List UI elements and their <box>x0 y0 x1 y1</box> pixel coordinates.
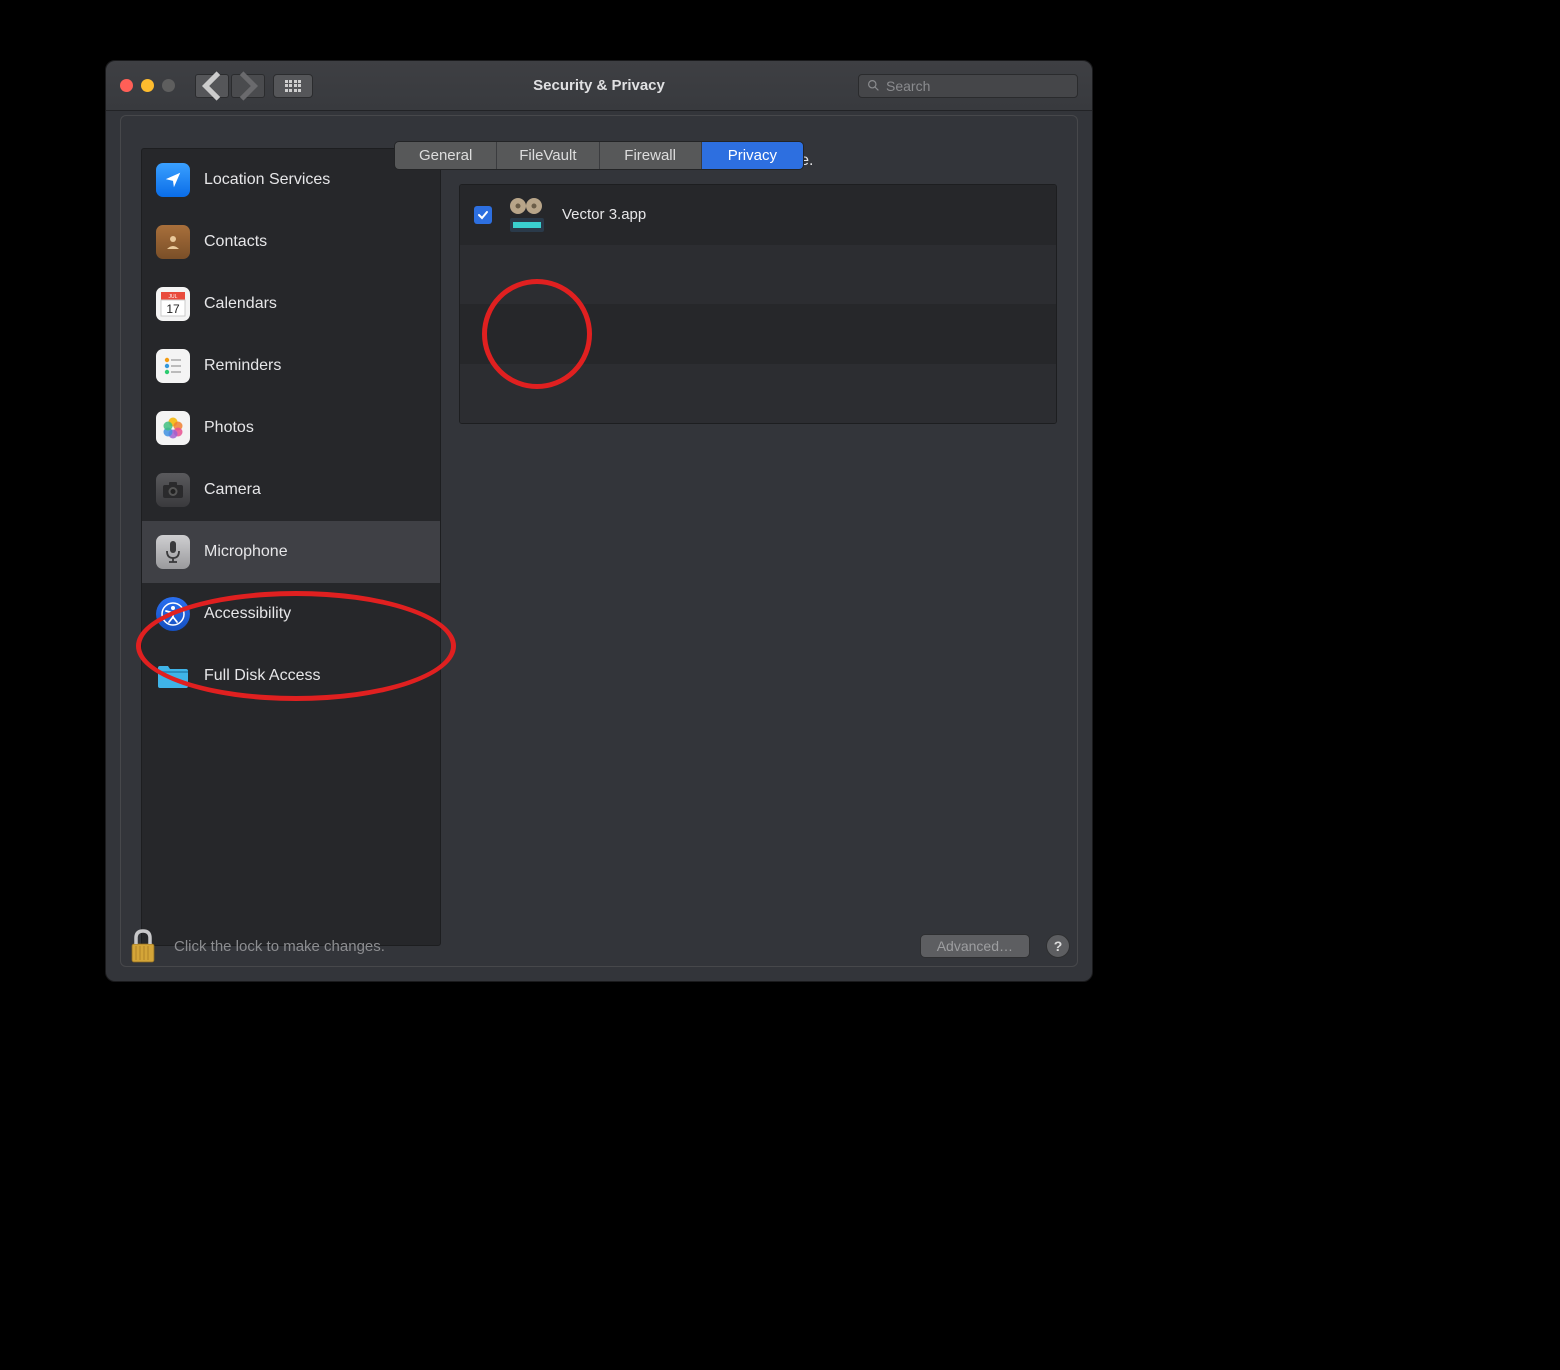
sidebar-item-label: Microphone <box>204 543 288 561</box>
traffic-lights <box>120 79 175 92</box>
app-list: Vector 3.app <box>459 184 1057 424</box>
location-icon <box>156 163 190 197</box>
search-placeholder: Search <box>886 78 930 94</box>
window-close-button[interactable] <box>120 79 133 92</box>
privacy-sidebar: Location Services Contacts JUL 17 Calenda… <box>141 148 441 946</box>
svg-text:17: 17 <box>166 302 180 316</box>
sidebar-item-label: Reminders <box>204 357 281 375</box>
search-field[interactable]: Search <box>858 74 1078 98</box>
sidebar-item-accessibility[interactable]: Accessibility <box>142 583 440 645</box>
sidebar-item-label: Contacts <box>204 233 267 251</box>
app-row-empty <box>460 304 1056 364</box>
sidebar-item-label: Full Disk Access <box>204 667 320 685</box>
reminders-icon <box>156 349 190 383</box>
show-all-button[interactable] <box>273 74 313 98</box>
photos-icon <box>156 411 190 445</box>
camera-icon <box>156 473 190 507</box>
lock-text: Click the lock to make changes. <box>174 938 904 955</box>
microphone-icon <box>156 535 190 569</box>
accessibility-icon <box>156 597 190 631</box>
app-row-empty <box>460 245 1056 305</box>
sidebar-item-photos[interactable]: Photos <box>142 397 440 459</box>
tab-privacy[interactable]: Privacy <box>702 142 803 169</box>
back-button[interactable] <box>195 74 229 98</box>
tab-firewall[interactable]: Firewall <box>600 142 702 169</box>
advanced-button[interactable]: Advanced… <box>920 934 1030 958</box>
sidebar-item-label: Accessibility <box>204 605 291 623</box>
sidebar-item-label: Photos <box>204 419 254 437</box>
content-pane: Location Services Contacts JUL 17 Calenda… <box>120 115 1078 967</box>
forward-button <box>231 74 265 98</box>
sidebar-item-contacts[interactable]: Contacts <box>142 211 440 273</box>
app-checkbox[interactable] <box>474 206 492 224</box>
app-row[interactable]: Vector 3.app <box>460 185 1056 245</box>
grid-icon <box>285 80 301 92</box>
detail-pane: Allow the apps below to access your micr… <box>459 148 1057 946</box>
app-icon <box>506 196 548 234</box>
window-title: Security & Privacy <box>533 77 665 94</box>
calendar-icon: JUL 17 <box>156 287 190 321</box>
app-name: Vector 3.app <box>562 206 646 223</box>
search-icon <box>867 79 880 92</box>
tab-bar: General FileVault Firewall Privacy <box>394 141 804 170</box>
sidebar-item-microphone[interactable]: Microphone <box>142 521 440 583</box>
nav-buttons <box>195 74 265 98</box>
tab-filevault[interactable]: FileVault <box>497 142 599 169</box>
window-zoom-button <box>162 79 175 92</box>
tab-general[interactable]: General <box>395 142 497 169</box>
lock-button[interactable] <box>128 928 158 964</box>
window-minimize-button[interactable] <box>141 79 154 92</box>
help-button[interactable]: ? <box>1046 934 1070 958</box>
contacts-icon <box>156 225 190 259</box>
svg-text:JUL: JUL <box>169 294 178 300</box>
sidebar-item-label: Camera <box>204 481 261 499</box>
footer: Click the lock to make changes. Advanced… <box>106 911 1092 981</box>
body: Location Services Contacts JUL 17 Calenda… <box>106 111 1092 981</box>
app-row-empty <box>460 364 1056 424</box>
folder-icon <box>156 659 190 693</box>
sidebar-item-reminders[interactable]: Reminders <box>142 335 440 397</box>
sidebar-item-fulldisk[interactable]: Full Disk Access <box>142 645 440 707</box>
split-view: Location Services Contacts JUL 17 Calenda… <box>141 148 1057 946</box>
sidebar-item-label: Location Services <box>204 171 330 189</box>
titlebar: Security & Privacy Search <box>106 61 1092 111</box>
sidebar-item-label: Calendars <box>204 295 277 313</box>
sidebar-item-calendars[interactable]: JUL 17 Calendars <box>142 273 440 335</box>
preferences-window: Security & Privacy Search Location Servi… <box>105 60 1093 982</box>
sidebar-item-camera[interactable]: Camera <box>142 459 440 521</box>
